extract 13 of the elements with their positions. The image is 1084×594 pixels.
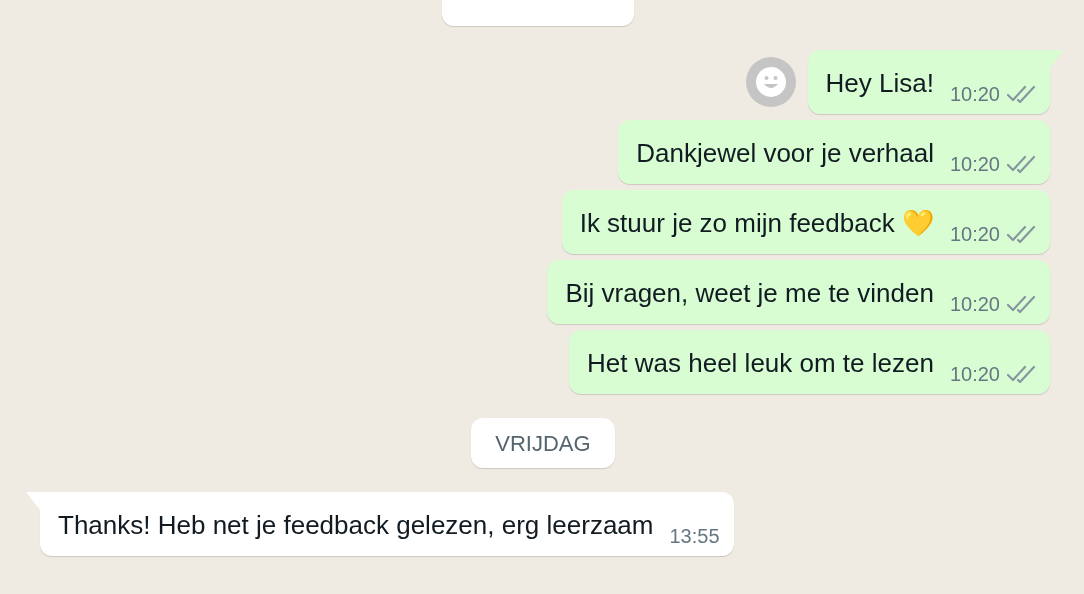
message-time: 10:20 — [949, 223, 1000, 245]
message-text: Ik stuur je zo mijn feedback 💛 — [579, 207, 934, 239]
message-time: 13:55 — [669, 525, 720, 547]
message-time: 10:20 — [949, 153, 1000, 175]
message-time: 10:20 — [949, 293, 1000, 315]
date-label: VRIJDAG — [471, 418, 615, 468]
message-text: Thanks! Heb net je feedback gelezen, erg leerzaam — [58, 509, 654, 541]
message-text: Bij vragen, weet je me te vinden — [565, 277, 934, 309]
message-text: Hey Lisa! — [825, 67, 934, 99]
message-text: Het was heel leuk om te lezen — [587, 347, 934, 379]
message-time: 10:20 — [949, 363, 1000, 385]
message-time: 10:20 — [949, 83, 1000, 105]
message-text: Dankjewel voor je verhaal — [636, 137, 934, 169]
